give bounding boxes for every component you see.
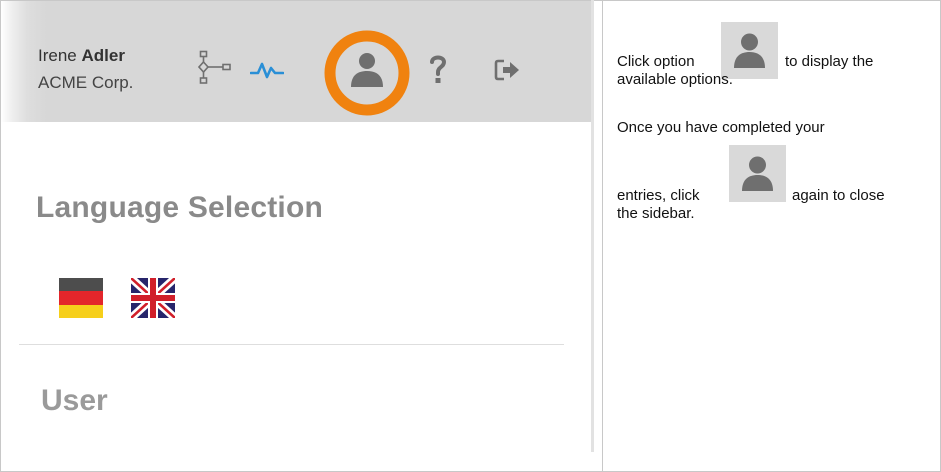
- instruction-text: entries, click: [617, 187, 700, 204]
- user-section-heading: User: [41, 384, 108, 417]
- instruction-text: the sidebar.: [617, 205, 695, 222]
- app-topbar: Irene Adler ACME Corp.: [1, 1, 592, 122]
- language-selection-heading: Language Selection: [36, 191, 323, 224]
- user-first-name: Irene: [38, 46, 82, 65]
- activity-icon[interactable]: [249, 59, 285, 81]
- user-icon[interactable]: [323, 29, 411, 117]
- instruction-text: Once you have completed your: [617, 119, 825, 136]
- instruction-cell: Click option to display the available op…: [604, 1, 940, 470]
- instruction-text: to display the: [785, 53, 874, 70]
- german-flag[interactable]: [59, 278, 103, 318]
- user-icon: [729, 145, 786, 202]
- screenshot-cell: Irene Adler ACME Corp. Language Selectio…: [1, 1, 602, 470]
- screenshot-edge: [591, 0, 594, 452]
- uk-flag[interactable]: [128, 275, 178, 321]
- instruction-text: Click option: [617, 53, 695, 70]
- workflow-icon[interactable]: [197, 49, 234, 89]
- table-column-divider: [602, 0, 603, 472]
- instruction-table: Irene Adler ACME Corp. Language Selectio…: [0, 0, 941, 472]
- instruction-text: available options.: [617, 71, 733, 88]
- section-divider: [19, 344, 564, 345]
- help-icon[interactable]: [428, 48, 448, 88]
- company-name: ACME Corp.: [38, 73, 134, 92]
- logout-icon[interactable]: [493, 56, 523, 84]
- instruction-text: again to close: [792, 187, 885, 204]
- user-last-name: Adler: [81, 46, 125, 65]
- user-name: Irene Adler: [38, 46, 125, 66]
